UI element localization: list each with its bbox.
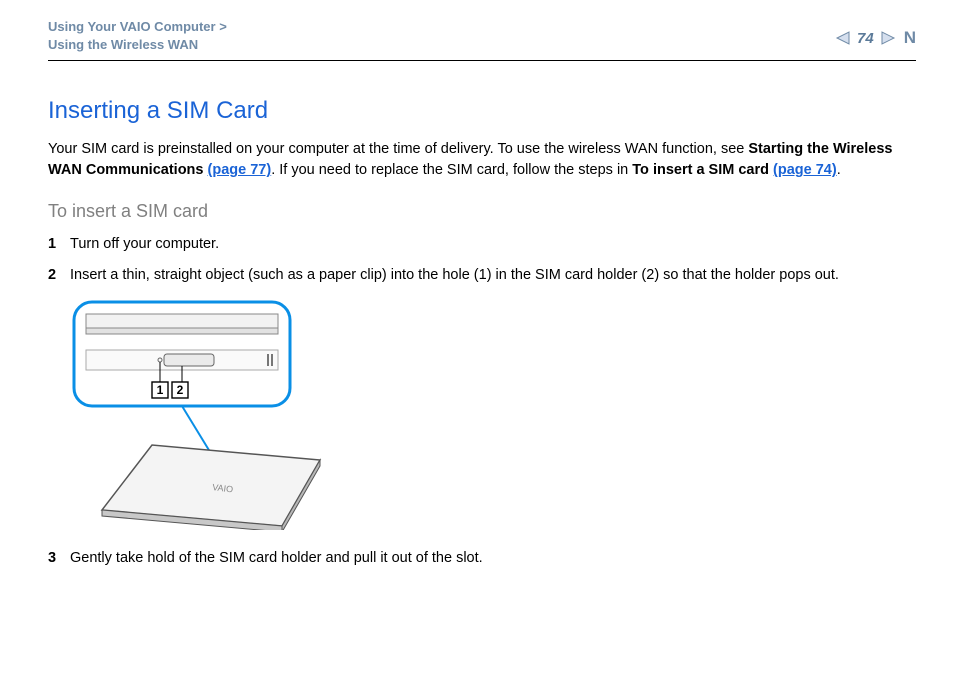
breadcrumb: Using Your VAIO Computer > Using the Wir… [48, 18, 227, 54]
link-insert-sim[interactable]: (page 74) [773, 162, 837, 178]
link-starting-wwan[interactable]: (page 77) [208, 162, 272, 178]
step-text: Turn off your computer. [70, 234, 219, 255]
intro-text2: . If you need to replace the SIM card, f… [271, 162, 632, 178]
intro-paragraph: Your SIM card is preinstalled on your co… [48, 139, 916, 181]
step-text: Insert a thin, straight object (such as … [70, 265, 839, 286]
callout-1: 1 [157, 383, 164, 397]
step-item: 3 Gently take hold of the SIM card holde… [48, 548, 916, 569]
breadcrumb-line1: Using Your VAIO Computer [48, 19, 216, 34]
step-item: 2 Insert a thin, straight object (such a… [48, 265, 916, 286]
next-page-button[interactable] [880, 31, 896, 45]
page-number: 74 [857, 30, 874, 47]
step-number: 3 [48, 548, 70, 569]
n-label: N [904, 28, 916, 48]
breadcrumb-line2: Using the Wireless WAN [48, 37, 198, 52]
laptop-illustration: VAIO [102, 445, 320, 530]
step-number: 2 [48, 265, 70, 286]
step-text: Gently take hold of the SIM card holder … [70, 548, 483, 569]
triangle-left-icon [835, 31, 851, 45]
prev-page-button[interactable] [835, 31, 851, 45]
intro-text: Your SIM card is preinstalled on your co… [48, 141, 748, 157]
top-bar: Using Your VAIO Computer > Using the Wir… [48, 18, 916, 61]
subheading: To insert a SIM card [48, 201, 916, 222]
sim-card-diagram: 1 2 VAIO [72, 300, 332, 530]
step-item: 1 Turn off your computer. [48, 234, 916, 255]
step-number: 1 [48, 234, 70, 255]
callout-2: 2 [177, 383, 184, 397]
intro-text3: . [837, 162, 841, 178]
steps-list-cont: 3 Gently take hold of the SIM card holde… [48, 548, 916, 569]
steps-list: 1 Turn off your computer. 2 Insert a thi… [48, 234, 916, 286]
chevron-right-icon: > [219, 19, 227, 34]
section-title: Inserting a SIM Card [48, 97, 916, 125]
figure: 1 2 VAIO [72, 300, 916, 530]
page-nav: 74 N [835, 28, 916, 48]
intro-bold2: To insert a SIM card [632, 162, 773, 178]
triangle-right-icon [880, 31, 896, 45]
